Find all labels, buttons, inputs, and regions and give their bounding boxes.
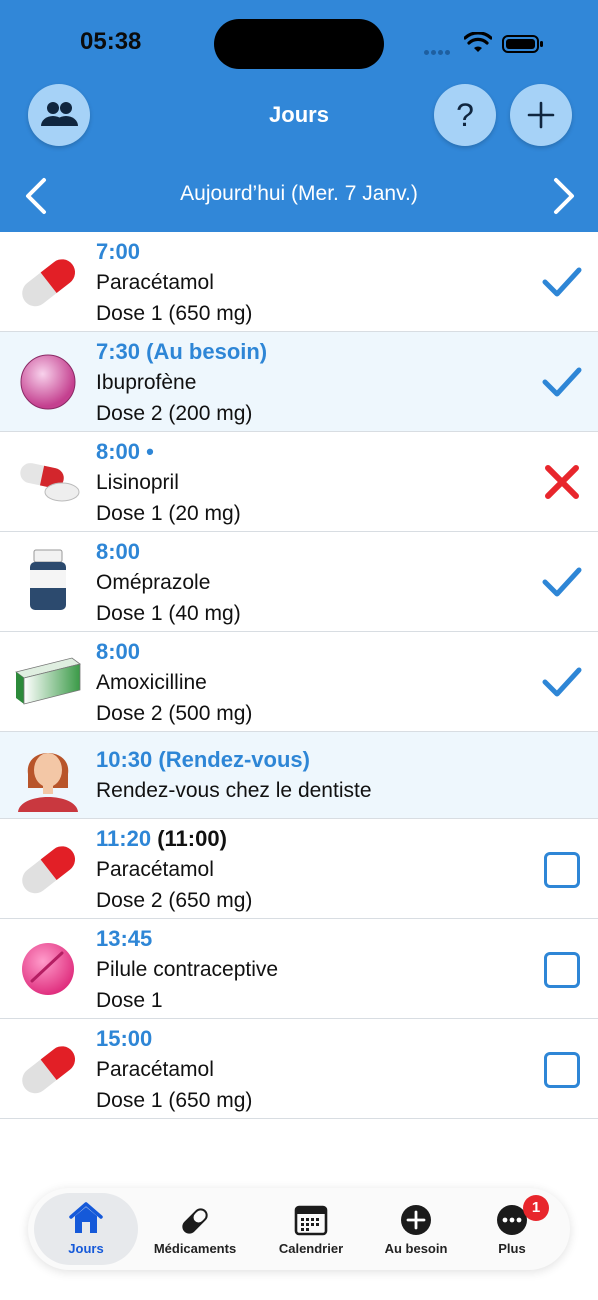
next-day-button[interactable] [550,176,578,216]
medication-name: Paracétamol [96,858,214,881]
dose-label: Dose 2 (200 mg) [96,402,253,425]
tab-label: Médicaments [153,1241,237,1256]
page-title: Jours [269,102,329,127]
list-item[interactable]: 8:00 Amoxicilline Dose 2 (500 mg) [0,632,598,732]
wifi-icon [464,32,492,52]
checkmark-icon[interactable] [540,560,584,604]
dose-list: 7:00 Paracétamol Dose 1 (650 mg) 7:30 (A… [0,232,598,1119]
medication-name: Ibuprofène [96,371,197,394]
battery-icon [502,35,543,53]
dose-checkbox[interactable] [544,952,580,988]
checkmark-icon[interactable] [540,660,584,704]
skipped-x-icon[interactable] [540,460,584,504]
tab-calendrier[interactable]: Calendrier [258,1188,364,1270]
dose-time: 15:00 [96,1026,153,1051]
capsule-red-icon [22,846,76,894]
dose-checkbox[interactable] [544,1052,580,1088]
house-icon [69,1202,103,1233]
tab-label: Au besoin [384,1241,448,1256]
dose-label: Dose 1 (20 mg) [96,502,241,525]
checkmark-icon[interactable] [540,260,584,304]
dose-time: 7:30 (Au besoin) [96,339,268,364]
dose-time: 11:20 (11:00) [96,824,252,854]
medication-name: Paracétamol [96,271,214,294]
plus-icon [527,101,555,129]
dose-label: Dose 1 (650 mg) [96,302,253,325]
dose-label: Dose 1 (40 mg) [96,602,241,625]
dose-time: 7:00 [96,239,141,264]
tab-bar: Jours Médicaments Calendrier Au besoin 1… [28,1188,570,1270]
calendar-icon [294,1205,328,1236]
capsule-red-icon [22,259,76,307]
capsule-icon [182,1208,208,1234]
help-button[interactable]: ? [434,84,496,146]
status-time: 05:38 [80,28,142,55]
tab-label: Jours [68,1241,104,1256]
signal-icon [424,42,458,55]
medication-name: Pilule contraceptive [96,958,279,981]
capsule-red-icon [22,1046,76,1094]
app-header: 05:38 Jours ? Aujourd’hui (Mer. 7 Janv.) [0,0,598,232]
scheduled-time: (11:00) [157,826,227,851]
medication-name: Oméprazole [96,571,211,594]
dose-checkbox[interactable] [544,852,580,888]
add-button[interactable] [510,84,572,146]
list-item[interactable]: 15:00 Paracétamol Dose 1 (650 mg) [0,1019,598,1119]
date-label: Aujourd’hui (Mer. 7 Janv.) [180,182,418,205]
list-item[interactable]: 8:00 • Lisinopril Dose 1 (20 mg) [0,432,598,532]
tab-jours[interactable]: Jours [34,1193,138,1265]
dose-label: Dose 1 (650 mg) [96,1089,253,1112]
pink-pearl-icon [20,354,76,410]
woman-avatar-icon [18,753,78,812]
notification-badge: 1 [523,1195,549,1221]
plus-circle-icon [401,1205,431,1235]
list-item[interactable]: 7:30 (Au besoin) Ibuprofène Dose 2 (200 … [0,332,598,432]
tab-plus[interactable]: 1 Plus [472,1188,552,1270]
appointment-title: Rendez-vous chez le dentiste [96,779,372,802]
dose-time: 13:45 [96,926,153,951]
medication-name: Lisinopril [96,471,179,494]
dynamic-island [214,19,384,69]
medication-name: Paracétamol [96,1058,214,1081]
list-item[interactable]: 7:00 Paracétamol Dose 1 (650 mg) [0,232,598,332]
dose-label: Dose 2 (500 mg) [96,702,253,725]
help-icon: ? [456,96,474,133]
dose-time: 8:00 [96,639,141,664]
dose-time-value: 11:20 [96,826,152,851]
medication-name: Amoxicilline [96,671,207,694]
tab-label: Calendrier [278,1241,344,1256]
dose-label: Dose 2 (650 mg) [96,889,253,912]
appointment-time: 10:30 (Rendez-vous) [96,747,310,772]
dose-time: 8:00 [96,539,141,564]
pill-and-tablet-icon [20,463,80,502]
medicine-box-icon [15,657,81,705]
tab-label: Plus [498,1241,526,1256]
pink-tablet-icon [22,943,74,995]
pill-bottle-icon [30,549,66,610]
appointment-item[interactable]: 10:30 (Rendez-vous) Rendez-vous chez le … [0,732,598,819]
status-icons [424,30,574,60]
list-item[interactable]: 8:00 Oméprazole Dose 1 (40 mg) [0,532,598,632]
list-item[interactable]: 11:20 (11:00) Paracétamol Dose 2 (650 mg… [0,819,598,919]
checkmark-icon[interactable] [540,360,584,404]
tab-au-besoin[interactable]: Au besoin [370,1188,462,1270]
tab-medicaments[interactable]: Médicaments [140,1188,250,1270]
dose-time: 8:00 • [96,439,154,464]
dose-label: Dose 1 [96,989,163,1012]
list-item[interactable]: 13:45 Pilule contraceptive Dose 1 [0,919,598,1019]
